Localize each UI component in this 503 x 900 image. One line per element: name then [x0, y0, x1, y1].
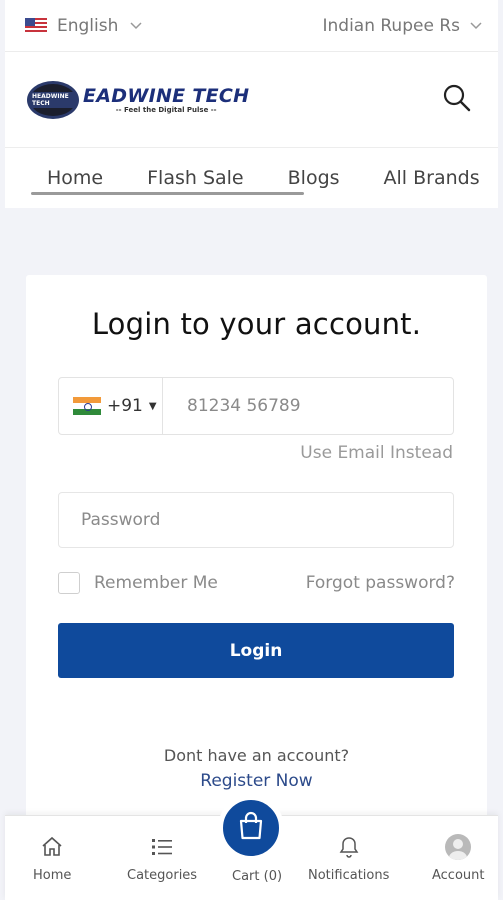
- site-logo[interactable]: HEADWINE TECH EADWINE TECH -- Feel the D…: [27, 80, 250, 119]
- bottom-nav-account-label: Account: [432, 868, 485, 883]
- nav-item-all-brands[interactable]: All Brands: [384, 167, 480, 189]
- nav-item-flash-sale[interactable]: Flash Sale: [147, 167, 244, 189]
- logo-emblem: HEADWINE TECH: [27, 80, 79, 119]
- logo-badge-text: HEADWINE TECH: [30, 91, 76, 108]
- bottom-nav-account[interactable]: Account: [432, 834, 485, 883]
- logo-title: EADWINE TECH: [83, 85, 250, 107]
- remember-checkbox[interactable]: [58, 572, 80, 594]
- country-code: +91: [107, 396, 143, 416]
- bottom-nav-categories-label: Categories: [127, 868, 198, 883]
- page-title: Login to your account.: [91, 307, 422, 341]
- bottom-nav-categories[interactable]: Categories: [127, 834, 197, 883]
- chevron-down-icon: [470, 19, 482, 33]
- chevron-down-icon: [130, 19, 142, 33]
- site-header: HEADWINE TECH EADWINE TECH -- Feel the D…: [5, 52, 498, 148]
- bell-icon: [337, 834, 361, 860]
- bottom-nav-notifications-label: Notifications: [308, 868, 390, 883]
- categories-icon: [150, 834, 174, 860]
- nav-item-blogs[interactable]: Blogs: [288, 167, 340, 189]
- main-nav: Home Flash Sale Blogs All Brands: [5, 148, 498, 208]
- country-code-selector[interactable]: +91 ▼: [59, 378, 163, 434]
- login-button[interactable]: Login: [58, 623, 454, 678]
- cart-button[interactable]: [218, 795, 284, 861]
- password-input[interactable]: [58, 492, 454, 548]
- bottom-nav-home-label: Home: [33, 868, 72, 883]
- india-flag-icon: [73, 396, 101, 416]
- no-account-text: Dont have an account?: [163, 746, 350, 765]
- remember-label: Remember Me: [94, 573, 218, 593]
- language-selector[interactable]: English: [25, 16, 142, 36]
- logo-tagline: -- Feel the Digital Pulse --: [115, 106, 217, 114]
- remember-me[interactable]: Remember Me: [58, 572, 218, 594]
- phone-input[interactable]: [163, 378, 453, 434]
- use-email-link[interactable]: Use Email Instead: [300, 443, 453, 463]
- register-link[interactable]: Register Now: [26, 771, 487, 791]
- currency-label: Indian Rupee Rs: [322, 15, 460, 36]
- currency-selector[interactable]: Indian Rupee Rs: [322, 16, 482, 36]
- search-icon: [442, 83, 472, 117]
- nav-item-home[interactable]: Home: [47, 167, 103, 189]
- home-icon: [40, 834, 64, 860]
- top-bar: English Indian Rupee Rs: [5, 0, 498, 52]
- cart-label[interactable]: Cart (0): [232, 869, 282, 884]
- forgot-password-link[interactable]: Forgot password?: [306, 573, 455, 593]
- language-label: English: [57, 15, 119, 36]
- avatar-icon: [445, 834, 472, 860]
- shopping-bag-icon: [237, 811, 265, 845]
- nav-scroll-indicator: [31, 192, 304, 195]
- search-button[interactable]: [440, 83, 474, 117]
- caret-down-icon: ▼: [148, 400, 157, 412]
- phone-field: +91 ▼: [58, 377, 454, 435]
- bottom-nav-home[interactable]: Home: [33, 834, 71, 883]
- login-card: Login to your account. +91 ▼ Use Email I…: [26, 275, 487, 835]
- bottom-nav-notifications[interactable]: Notifications: [308, 834, 389, 883]
- us-flag-icon: [25, 18, 47, 33]
